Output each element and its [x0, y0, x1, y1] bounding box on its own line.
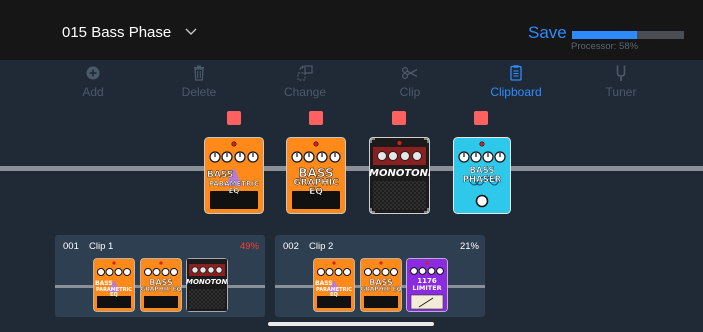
clip-button[interactable]: Clip — [375, 64, 445, 99]
home-indicator[interactable] — [268, 322, 434, 326]
clip-percent: 21% — [459, 241, 479, 252]
pedal-active-marker[interactable] — [474, 111, 488, 125]
change-label: Change — [283, 85, 327, 99]
clipboard-icon — [510, 65, 522, 81]
clip-number: 001 — [63, 241, 79, 252]
clip-label: Clip — [399, 85, 421, 99]
clip-pedal-bass-parametric-eq: BASS PARAMETRIC EQ — [93, 258, 135, 312]
header-bar: 015 Bass Phase Save Processor: 58% — [0, 0, 703, 60]
app-frame: 015 Bass Phase Save Processor: 58% Add D… — [0, 0, 703, 332]
clip-pedal-line2: GRAPHIC EQ — [360, 286, 402, 293]
pedal-bass-parametric-eq[interactable]: BASS PARAMETRIC EQ — [204, 137, 264, 214]
pedal-active-marker[interactable] — [227, 111, 241, 125]
pedal-line1: MONOTONE — [369, 168, 430, 179]
pedal-active-marker[interactable] — [309, 111, 323, 125]
change-button[interactable]: Change — [270, 64, 340, 99]
clip-pedal-1176-limiter: 1176 LIMITER — [406, 258, 448, 312]
scissors-icon — [401, 66, 418, 80]
preset-name[interactable]: 015 Bass Phase — [62, 24, 171, 41]
clip-percent: 49% — [239, 241, 259, 252]
clip-name: Clip 2 — [309, 241, 334, 252]
tuner-label: Tuner — [605, 85, 637, 99]
plus-circle-icon — [86, 66, 100, 80]
pedal-line1: BASS PHASER — [462, 166, 502, 185]
clip-pedal-bass-graphic-eq: BASS GRAPHIC EQ — [140, 258, 182, 312]
clipboard-label: Clipboard — [490, 85, 542, 99]
clip-name: Clip 1 — [89, 241, 114, 252]
signal-chain-cable — [0, 166, 703, 171]
delete-label: Delete — [181, 85, 217, 99]
pedal-active-marker[interactable] — [392, 111, 406, 125]
clip-pedal-monotone: MONOTONE — [186, 258, 228, 312]
pedal-line2: PARAMETRIC EQ — [208, 180, 260, 195]
pedal-line1: BASS — [207, 170, 234, 180]
clip-number: 002 — [283, 241, 299, 252]
clipboard-button[interactable]: Clipboard — [481, 64, 551, 99]
processor-meter — [572, 31, 684, 39]
save-button[interactable]: Save — [528, 23, 567, 43]
clip-pedal-bass-graphic-eq: BASS GRAPHIC EQ — [360, 258, 402, 312]
clip-pedal-line2: GRAPHIC EQ — [140, 286, 182, 293]
chevron-down-icon[interactable] — [184, 26, 198, 38]
tuner-fork-icon — [616, 65, 626, 81]
clip-pedal-line2: LIMITER — [412, 284, 442, 292]
clip-pedal-bass-parametric-eq: BASS PARAMETRIC EQ — [313, 258, 355, 312]
add-button[interactable]: Add — [58, 64, 128, 99]
pedal-monotone[interactable]: MONOTONE — [369, 137, 430, 214]
clip-card[interactable]: 001 Clip 1 49% BASS PARAMETRIC EQ BASS G… — [55, 235, 265, 317]
clip-pedal-line2: PARAMETRIC EQ — [316, 287, 352, 298]
processor-meter-fill — [572, 31, 637, 39]
processor-label: Processor: 58% — [571, 41, 639, 52]
add-label: Add — [82, 85, 104, 99]
clip-pedal-line2: PARAMETRIC EQ — [96, 287, 132, 298]
tuner-button[interactable]: Tuner — [586, 64, 656, 99]
clip-pedal-line1: MONOTONE — [186, 278, 228, 286]
delete-button[interactable]: Delete — [164, 64, 234, 99]
trash-icon — [194, 65, 204, 81]
pedal-line2: GRAPHIC EQ — [293, 178, 339, 197]
clip-card[interactable]: 002 Clip 2 21% BASS PARAMETRIC EQ BASS G… — [275, 235, 485, 317]
change-icon — [297, 65, 313, 81]
pedal-bass-graphic-eq[interactable]: BASS GRAPHIC EQ — [286, 137, 346, 214]
pedal-bass-phaser[interactable]: BASS PHASER — [453, 137, 511, 214]
